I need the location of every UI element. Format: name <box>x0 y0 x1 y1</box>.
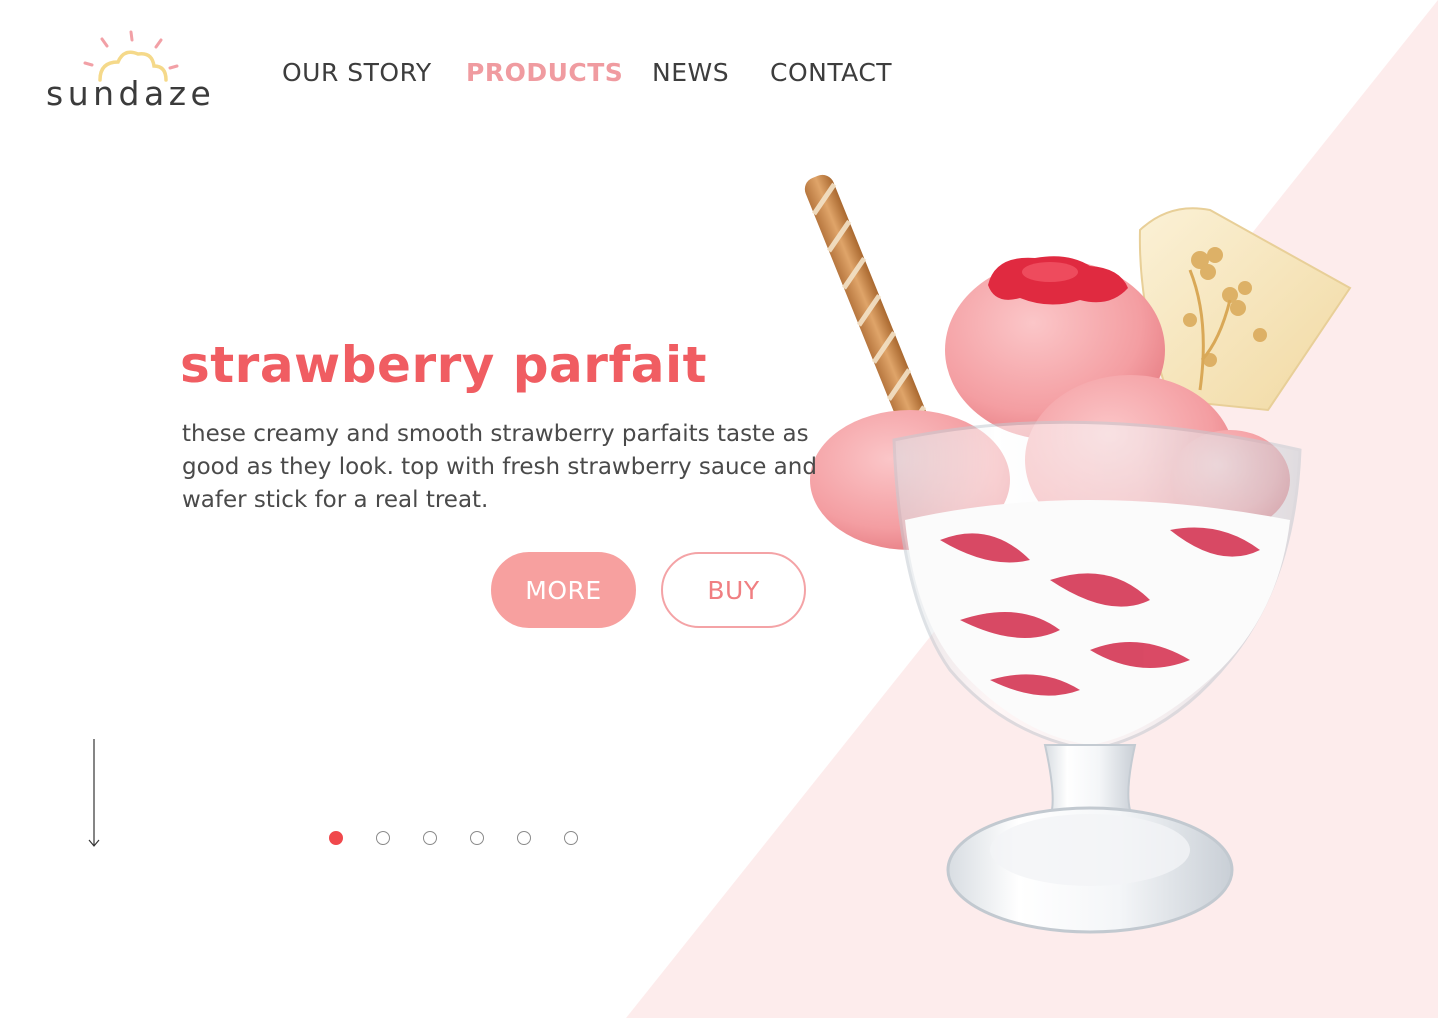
carousel-dot[interactable] <box>517 831 531 845</box>
nav-item-news[interactable]: NEWS <box>652 58 729 87</box>
carousel-dot[interactable] <box>470 831 484 845</box>
nav-item-contact[interactable]: CONTACT <box>770 58 892 87</box>
more-button[interactable]: MORE <box>491 552 636 628</box>
brand-logo[interactable]: sundaze <box>44 28 244 118</box>
carousel-dot[interactable] <box>376 831 390 845</box>
arrow-down-icon[interactable] <box>86 738 102 850</box>
carousel-dot[interactable] <box>564 831 578 845</box>
buy-button[interactable]: BUY <box>661 552 806 628</box>
hero-title: strawberry parfait <box>180 336 707 394</box>
hero-description: these creamy and smooth strawberry parfa… <box>182 421 817 513</box>
strawberry-sundae-image <box>804 174 1352 934</box>
carousel-dot[interactable] <box>329 831 343 845</box>
nav-item-products[interactable]: PRODUCTS <box>466 58 623 87</box>
nav-item-our-story[interactable]: OUR STORY <box>282 58 432 87</box>
brand-name: sundaze <box>46 74 216 113</box>
carousel-dot[interactable] <box>423 831 437 845</box>
